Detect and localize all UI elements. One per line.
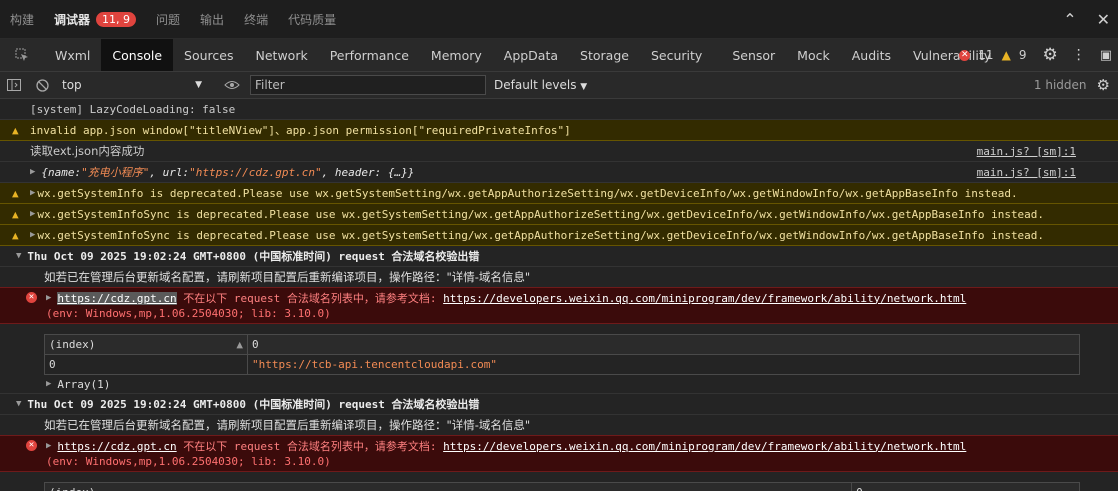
source-link[interactable]: main.js? [sm]:1 <box>977 166 1076 179</box>
warning-line: ▲▶wx.getSystemInfoSync is deprecated.Ple… <box>0 225 1118 246</box>
tab-audits[interactable]: Audits <box>841 39 902 71</box>
error-domain-link[interactable]: https://cdz.gpt.cn <box>57 292 176 305</box>
console-table: (index)▲ 0 0 "https://tcb-api.tencentclo… <box>44 334 1080 375</box>
dropdown-arrow-icon: ▼ <box>580 82 587 92</box>
tab-issues[interactable]: 问题 <box>146 0 190 38</box>
tab-performance[interactable]: Performance <box>319 39 420 71</box>
table-header[interactable]: (index)▲ <box>45 335 248 355</box>
expand-triangle-icon[interactable]: ▶ <box>30 209 35 219</box>
tab-debugger[interactable]: 调试器 11, 9 <box>44 0 146 38</box>
expand-triangle-icon[interactable]: ▶ <box>46 293 51 303</box>
expand-triangle-icon[interactable]: ▶ <box>46 379 51 389</box>
collapse-triangle-icon[interactable]: ▼ <box>16 251 21 261</box>
docs-link[interactable]: https://developers.weixin.qq.com/minipro… <box>443 292 966 305</box>
warning-count[interactable]: 9 <box>1019 48 1027 62</box>
tab-build[interactable]: 构建 <box>0 0 44 38</box>
error-count[interactable]: 11 <box>978 48 993 62</box>
log-levels-dropdown[interactable]: Default levels ▼ <box>494 78 587 92</box>
warning-count-icon: ▲ <box>1002 48 1011 62</box>
error-entry: ✕ ▶ https://cdz.gpt.cn 不在以下 request 合法域名… <box>0 435 1118 472</box>
table-row: 0 "https://tcb-api.tencentcloudapi.com" <box>45 355 1080 375</box>
dock-icon[interactable]: ▣ <box>1100 48 1112 63</box>
devtools-tabbar: Wxml Console Sources Network Performance… <box>0 39 1118 72</box>
log-line: [system] LazyCodeLoading: false <box>0 99 1118 120</box>
tab-sensor[interactable]: Sensor <box>721 39 786 71</box>
tab-security[interactable]: Security <box>640 39 713 71</box>
warning-icon: ▲ <box>12 208 19 221</box>
tab-terminal[interactable]: 终端 <box>234 0 278 38</box>
tab-memory[interactable]: Memory <box>420 39 493 71</box>
warning-icon: ▲ <box>12 187 19 200</box>
array-summary[interactable]: ▶ Array(1) <box>0 375 1118 394</box>
hidden-count: 1 hidden <box>1034 78 1087 92</box>
expand-triangle-icon[interactable]: ▶ <box>46 441 51 451</box>
tab-code-quality[interactable]: 代码质量 <box>278 0 346 38</box>
log-line: 读取ext.json内容成功 main.js? [sm]:1 <box>0 141 1118 162</box>
error-domain-link[interactable]: https://cdz.gpt.cn <box>57 440 176 453</box>
tab-wxml[interactable]: Wxml <box>44 39 101 71</box>
expand-triangle-icon[interactable]: ▶ <box>30 188 35 198</box>
table-header[interactable]: 0 <box>247 335 1079 355</box>
error-icon: ✕ <box>26 440 37 451</box>
context-selector[interactable]: top ▼ <box>56 75 210 95</box>
warning-line: ▲▶wx.getSystemInfo is deprecated.Please … <box>0 183 1118 204</box>
live-expression-eye-icon[interactable] <box>218 80 246 90</box>
tab-sources[interactable]: Sources <box>173 39 244 71</box>
log-group-header[interactable]: ▼ Thu Oct 09 2025 19:02:24 GMT+0800 (中国标… <box>0 246 1118 267</box>
tab-appdata[interactable]: AppData <box>493 39 569 71</box>
warning-icon: ▲ <box>12 124 19 137</box>
group-hint: 如若已在管理后台更新域名配置，请刷新项目配置后重新编译项目，操作路径："详情-域… <box>0 267 1118 287</box>
warning-line: ▲invalid app.json window["titleNView"]、a… <box>0 120 1118 141</box>
collapse-triangle-icon[interactable]: ▼ <box>16 399 21 409</box>
group-hint: 如若已在管理后台更新域名配置，请刷新项目配置后重新编译项目，操作路径："详情-域… <box>0 415 1118 435</box>
error-icon: ✕ <box>26 292 37 303</box>
collapse-icon[interactable]: ⌃ <box>1063 10 1076 29</box>
docs-link[interactable]: https://developers.weixin.qq.com/minipro… <box>443 440 966 453</box>
clear-console-icon[interactable] <box>28 79 56 92</box>
console-toolbar: top ▼ Default levels ▼ 1 hidden ⚙ <box>0 72 1118 99</box>
filter-input[interactable] <box>250 75 486 95</box>
tab-network[interactable]: Network <box>245 39 319 71</box>
dropdown-arrow-icon: ▼ <box>195 80 202 90</box>
console-output: [system] LazyCodeLoading: false ▲invalid… <box>0 99 1118 491</box>
tab-mock[interactable]: Mock <box>786 39 841 71</box>
object-log-line[interactable]: ▶ {name: "充电小程序", url: "https://cdz.gpt.… <box>0 162 1118 183</box>
sort-arrow-icon: ▲ <box>236 338 243 351</box>
error-count-icon: ✕ <box>959 50 970 61</box>
tab-storage[interactable]: Storage <box>569 39 640 71</box>
close-icon[interactable]: ✕ <box>1097 10 1110 29</box>
debugger-count-badge: 11, 9 <box>96 12 136 27</box>
warning-icon: ▲ <box>12 229 19 242</box>
error-entry: ✕ ▶ https://cdz.gpt.cn 不在以下 request 合法域名… <box>0 287 1118 324</box>
expand-triangle-icon[interactable]: ▶ <box>30 167 35 177</box>
tab-output[interactable]: 输出 <box>190 0 234 38</box>
expand-triangle-icon[interactable]: ▶ <box>30 230 35 240</box>
settings-gear-icon[interactable]: ⚙ <box>1042 45 1057 65</box>
inspect-element-icon[interactable] <box>0 39 44 71</box>
panel-tabbar: 构建 调试器 11, 9 问题 输出 终端 代码质量 ⌃ ✕ <box>0 0 1118 39</box>
log-group-header[interactable]: ▼ Thu Oct 09 2025 19:02:24 GMT+0800 (中国标… <box>0 394 1118 415</box>
warning-line: ▲▶wx.getSystemInfoSync is deprecated.Ple… <box>0 204 1118 225</box>
tab-console[interactable]: Console <box>101 39 173 71</box>
console-settings-gear-icon[interactable]: ⚙ <box>1097 76 1110 94</box>
sidebar-toggle-icon[interactable] <box>0 79 28 91</box>
more-options-icon[interactable]: ⋮ <box>1072 47 1086 63</box>
source-link[interactable]: main.js? [sm]:1 <box>977 145 1076 158</box>
